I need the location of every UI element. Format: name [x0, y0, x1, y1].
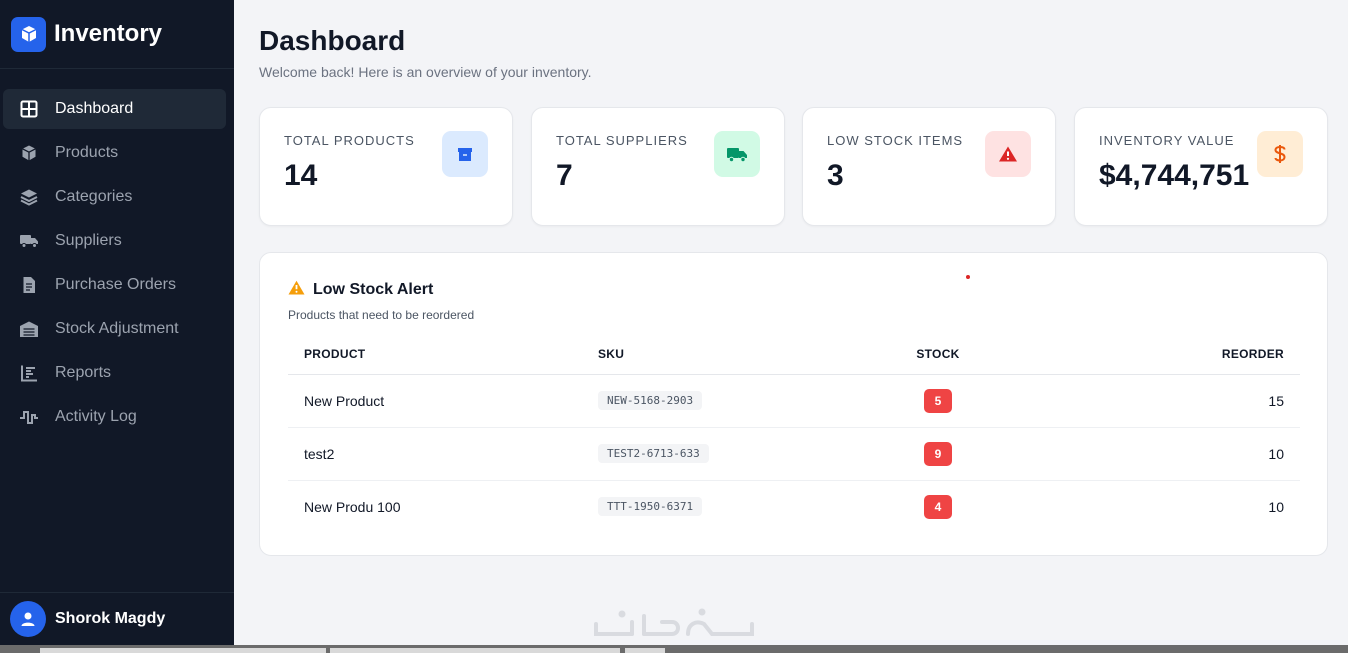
- user-name: Shorok Magdy: [55, 610, 166, 627]
- sidebar-item-label: Reports: [55, 364, 112, 381]
- sidebar-item-label: Suppliers: [55, 232, 122, 249]
- activity-icon: [18, 406, 40, 428]
- stat-value: 7: [556, 159, 573, 192]
- sidebar: Inventory Dashboard Products Categories …: [0, 0, 234, 645]
- table-row[interactable]: test2 TEST2-6713-633 9 10: [288, 427, 1300, 481]
- panel-title: Low Stock Alert: [313, 281, 434, 298]
- box-icon: [18, 142, 40, 164]
- stock-badge: 5: [924, 388, 952, 413]
- table-row[interactable]: New Product NEW-5168-2903 5 15: [288, 374, 1300, 428]
- stat-label: LOW STOCK ITEMS: [827, 133, 964, 148]
- box-icon: [11, 16, 46, 52]
- stock-badge: 9: [924, 441, 952, 466]
- table-row[interactable]: New Produ 100 TTT-1950-6371 4 10: [288, 480, 1300, 533]
- stat-value: 14: [284, 159, 318, 192]
- low-stock-panel: Low Stock Alert Products that need to be…: [259, 252, 1328, 556]
- stock-badge: 4: [924, 494, 952, 519]
- sidebar-item-reports[interactable]: Reports: [3, 353, 226, 393]
- panel-subtitle: Products that need to be reordered: [288, 308, 475, 322]
- product-name: New Produ 100: [304, 498, 401, 515]
- brand[interactable]: Inventory: [0, 0, 234, 69]
- sidebar-item-purchase-orders[interactable]: Purchase Orders: [3, 265, 226, 305]
- decorative-dot: [966, 275, 970, 279]
- warehouse-icon: [18, 318, 40, 340]
- stat-card-total-suppliers: TOTAL SUPPLIERS 7: [531, 107, 785, 226]
- low-stock-table: PRODUCT SKU STOCK REORDER New Product NE…: [288, 334, 1300, 533]
- user-icon: [10, 601, 46, 637]
- sidebar-item-label: Products: [55, 144, 119, 161]
- stat-card-low-stock-items: LOW STOCK ITEMS 3: [802, 107, 1056, 226]
- sku-code: NEW-5168-2903: [598, 391, 703, 410]
- truck-icon: [714, 131, 760, 177]
- stat-card-inventory-value: INVENTORY VALUE $4,744,751: [1074, 107, 1328, 226]
- user-profile[interactable]: Shorok Magdy: [0, 592, 234, 645]
- taskbar-segment: [40, 648, 326, 653]
- page-title: Dashboard: [259, 25, 406, 56]
- stat-value: 3: [827, 159, 844, 192]
- truck-icon: [18, 230, 40, 252]
- bar-chart-icon: [18, 362, 40, 384]
- document-icon: [18, 274, 40, 296]
- column-header-sku: SKU: [583, 334, 913, 375]
- reorder-level: 10: [963, 427, 1300, 481]
- reorder-level: 10: [1268, 498, 1284, 515]
- product-name: New Product: [288, 374, 583, 428]
- sidebar-item-label: Categories: [55, 188, 133, 205]
- warning-icon: [288, 280, 305, 300]
- sidebar-item-stock-adjustment[interactable]: Stock Adjustment: [3, 309, 226, 349]
- main-content: Dashboard Welcome back! Here is an overv…: [234, 0, 1348, 645]
- grid-icon: [18, 98, 40, 120]
- table-header-row: PRODUCT SKU STOCK REORDER: [288, 334, 1300, 375]
- sidebar-item-dashboard[interactable]: Dashboard: [3, 89, 226, 129]
- column-header-product: PRODUCT: [288, 334, 583, 375]
- app-title: Inventory: [54, 20, 163, 47]
- sidebar-item-label: Activity Log: [55, 408, 137, 425]
- dollar-icon: [1257, 131, 1303, 177]
- product-name: test2: [288, 427, 583, 481]
- panel-header: Low Stock Alert: [288, 280, 433, 300]
- sidebar-item-products[interactable]: Products: [3, 133, 226, 173]
- sku-code: TTT-1950-6371: [598, 497, 703, 517]
- taskbar-segment: [330, 648, 620, 653]
- sku-code: TEST2-6713-633: [598, 444, 709, 463]
- column-header-stock: STOCK: [913, 334, 963, 375]
- taskbar-segment: [625, 648, 665, 653]
- stat-label: INVENTORY VALUE: [1099, 133, 1235, 148]
- stat-label: TOTAL SUPPLIERS: [556, 133, 688, 148]
- sidebar-item-suppliers[interactable]: Suppliers: [3, 221, 226, 261]
- stat-value: $4,744,751: [1099, 159, 1250, 192]
- stat-card-total-products: TOTAL PRODUCTS 14: [259, 107, 513, 226]
- layers-icon: [18, 186, 40, 208]
- sidebar-item-label: Dashboard: [55, 100, 134, 117]
- reorder-level: 15: [963, 374, 1300, 428]
- warning-icon: [985, 131, 1031, 177]
- watermark-logo: [592, 604, 757, 645]
- sidebar-nav: Dashboard Products Categories Suppliers …: [0, 69, 234, 437]
- taskbar: [0, 645, 1348, 653]
- stat-label: TOTAL PRODUCTS: [284, 133, 415, 148]
- box-icon: [442, 131, 488, 177]
- sidebar-item-activity-log[interactable]: Activity Log: [3, 397, 226, 437]
- sidebar-item-label: Stock Adjustment: [55, 320, 179, 337]
- sidebar-item-categories[interactable]: Categories: [3, 177, 226, 217]
- sidebar-item-label: Purchase Orders: [55, 276, 176, 293]
- column-header-reorder: REORDER: [963, 334, 1300, 375]
- page-subtitle: Welcome back! Here is an overview of you…: [259, 64, 592, 80]
